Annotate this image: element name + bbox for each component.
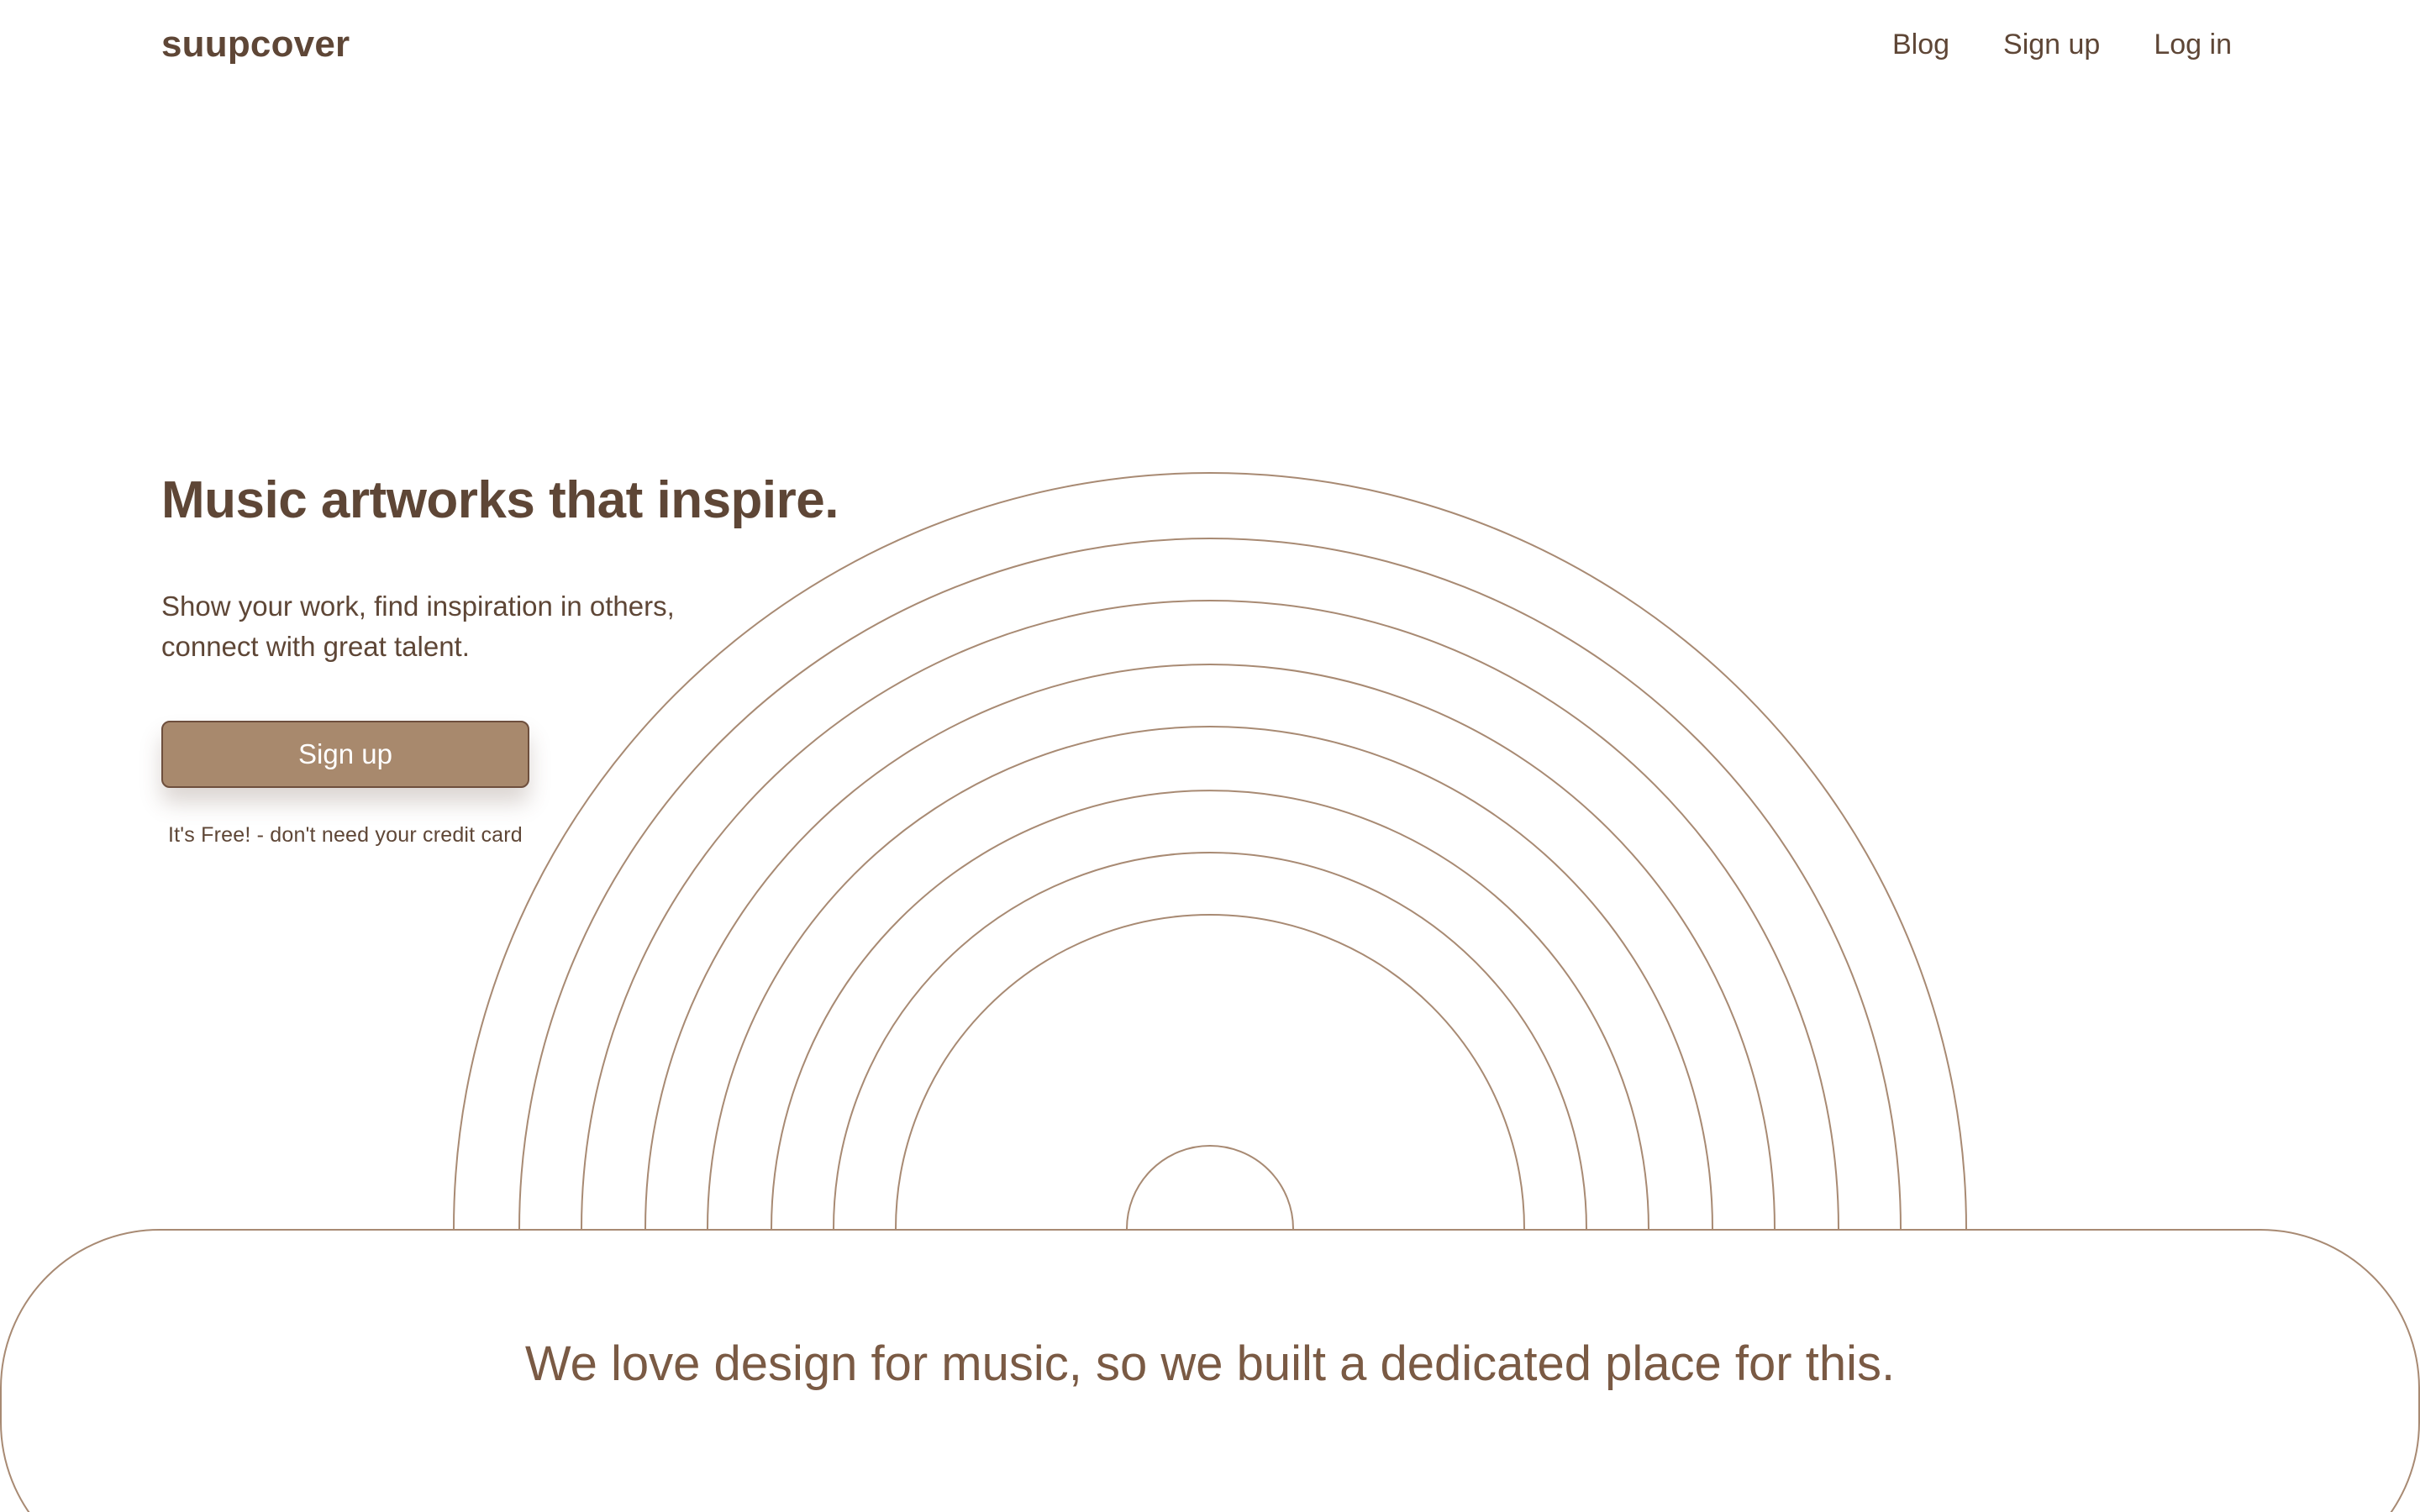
hero-subtitle: Show your work, find inspiration in othe… xyxy=(161,586,750,667)
section-headline: We love design for music, so we built a … xyxy=(524,1336,1896,1391)
arc-ring xyxy=(833,852,1587,1230)
arc-center-hole xyxy=(1126,1145,1294,1230)
hero-title: Music artworks that inspire. xyxy=(161,471,839,529)
hero-signup-button[interactable]: Sign up xyxy=(161,721,529,788)
hero-subtitle-line-1: Show your work, find inspiration in othe… xyxy=(161,591,675,622)
arc-ring xyxy=(644,664,1776,1230)
hero-subtitle-line-2: connect with great talent. xyxy=(161,631,470,662)
free-note: It's Free! - don't need your credit card xyxy=(168,823,523,847)
arc-ring xyxy=(707,726,1713,1230)
arc-ring xyxy=(895,914,1525,1230)
